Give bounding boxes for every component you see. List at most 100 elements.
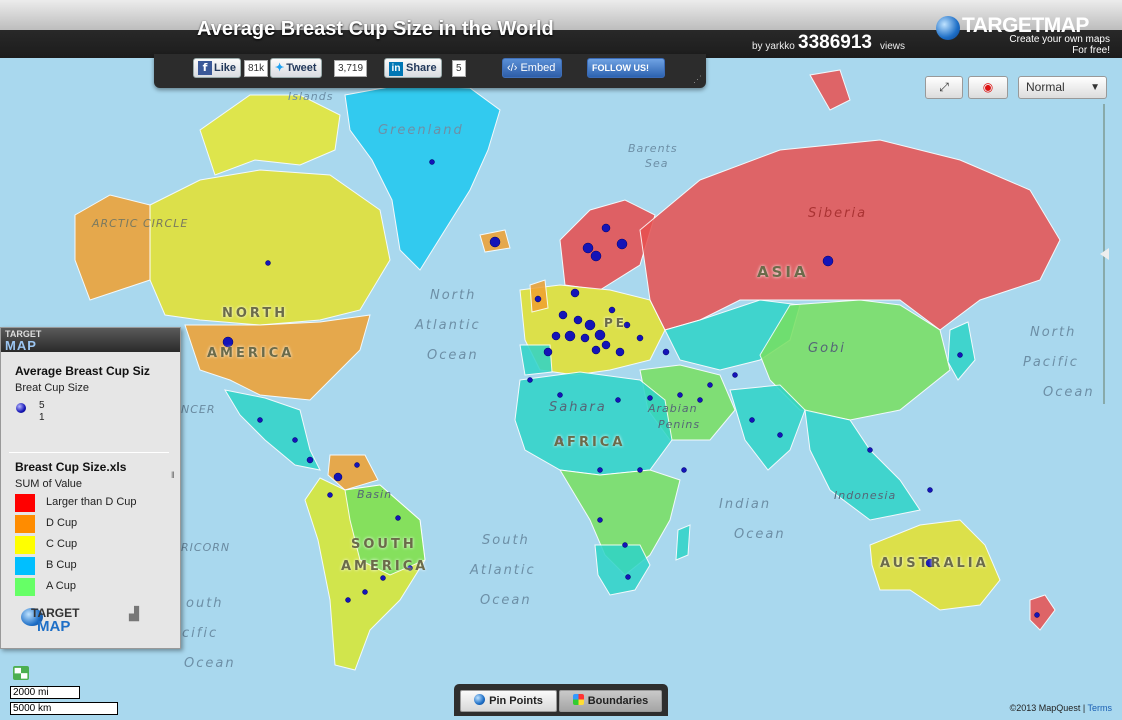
region-chukotka [809, 69, 851, 111]
tweet-button[interactable]: ✦ Tweet [270, 58, 322, 78]
pin [543, 347, 553, 357]
logo-tagline-2: For free! [1072, 45, 1110, 56]
social-bar: f Like 81k ✦ Tweet 3,719 in Share 5 ‹/› Emb… [154, 54, 706, 88]
tab-pin-points[interactable]: Pin Points [460, 690, 557, 712]
tab-boundaries-label: Boundaries [587, 695, 649, 707]
pin [597, 467, 603, 473]
legend-divider [9, 452, 169, 453]
label-tropic-cancer: NCER [181, 403, 216, 416]
region-canada [149, 169, 391, 326]
label-australia: AUSTRALIA [880, 556, 989, 571]
pin [597, 517, 603, 523]
map-style-select[interactable]: Normal ▼ [1018, 76, 1107, 99]
region-africa-south [594, 544, 651, 596]
label-north-america-2: AMERICA [207, 346, 295, 361]
legend-scroll-icon[interactable]: ‖ [171, 470, 175, 480]
label-barents: Barents [628, 142, 678, 155]
legend-header[interactable]: TARGET MAP [1, 328, 180, 353]
tweet-label: Tweet [286, 62, 317, 74]
swatch-b-cup [15, 557, 35, 575]
share-label: Share [406, 62, 437, 74]
pin-size-icon [16, 403, 26, 413]
pin [616, 238, 628, 250]
pin [732, 372, 738, 378]
pin [257, 417, 263, 423]
pin [1034, 612, 1040, 618]
like-count: 81k [244, 60, 269, 77]
region-madagascar [675, 524, 691, 561]
legend-title: Average Breast Cup Siz [15, 364, 150, 378]
view-tabs: Pin Points Boundaries [454, 684, 668, 716]
pin-max: 5 [39, 400, 45, 411]
label-north-pacific-1: North [1030, 325, 1077, 340]
legend-item-label: C Cup [46, 538, 78, 550]
region-japan [947, 321, 976, 381]
pin [534, 295, 542, 303]
tab-pin-points-label: Pin Points [489, 695, 543, 707]
twitter-icon: ✦ [275, 62, 285, 74]
pin [749, 417, 755, 423]
fullscreen-button[interactable]: ⤢ [925, 76, 963, 99]
pin [551, 331, 561, 341]
linkedin-share-button[interactable]: in Share [384, 58, 442, 78]
targetmap-logo[interactable]: TARGETMAP Create your own maps For free! [936, 14, 1116, 56]
pin [777, 432, 783, 438]
label-ocean: Ocean [427, 348, 479, 363]
region-africa-north [514, 371, 673, 476]
screenshot-button[interactable]: ◉ [968, 76, 1008, 99]
pin [489, 236, 501, 248]
pin-caption: Breat Cup Size [15, 382, 89, 394]
pin [615, 347, 625, 357]
region-scandinavia [559, 199, 656, 291]
region-se-asia [804, 409, 921, 521]
label-africa: AFRICA [554, 435, 626, 450]
fullscreen-icon: ⤢ [939, 80, 949, 94]
pin [429, 159, 435, 165]
linkedin-icon: in [389, 62, 403, 76]
follow-label: FOLLOW US! [592, 63, 649, 73]
label-asia: ASIA [757, 263, 809, 281]
zoom-slider-handle[interactable] [1100, 248, 1109, 260]
region-alaska [74, 194, 151, 301]
pin [636, 334, 644, 342]
legend-panel: TARGET MAP Average Breast Cup Siz Breat … [0, 327, 181, 649]
label-sea: Sea [645, 157, 669, 170]
label-south-atlantic-3: Ocean [480, 593, 532, 608]
swatch-larger-than-d [15, 494, 35, 512]
pin [380, 575, 386, 581]
pin [625, 574, 631, 580]
pin [591, 345, 601, 355]
pin [327, 492, 333, 498]
follow-us-button[interactable]: FOLLOW US! [587, 58, 665, 78]
terms-link[interactable]: Terms [1088, 703, 1113, 713]
scale-toggle-icon[interactable]: ▀▄ [13, 666, 29, 680]
chart-icon[interactable]: ▟ [129, 606, 139, 622]
resize-grip-icon[interactable]: ⋰ [693, 74, 702, 85]
tweet-count: 3,719 [334, 60, 368, 77]
label-south-pacific-1: outh [186, 596, 224, 611]
label-south-america-2: AMERICA [341, 559, 429, 574]
region-mexico [223, 389, 321, 471]
label-north-america-1: NORTH [222, 306, 289, 321]
legend-logo-bottom: MAP [5, 338, 37, 353]
pin [594, 329, 606, 341]
swatch-c-cup [15, 536, 35, 554]
pin [662, 348, 670, 356]
tab-boundaries[interactable]: Boundaries [559, 690, 662, 712]
pin-min: 1 [39, 412, 45, 423]
pin [697, 397, 703, 403]
views-count: 3386913 [798, 32, 872, 53]
facebook-like-button[interactable]: f Like [193, 58, 242, 78]
pin [647, 395, 653, 401]
pin [622, 542, 628, 548]
embed-button[interactable]: ‹/› Embed [502, 58, 562, 78]
pin [615, 397, 621, 403]
label-basin: Basin [357, 488, 393, 501]
pin [580, 333, 590, 343]
swatch-d-cup [15, 515, 35, 533]
pin [822, 255, 834, 267]
label-indonesia: Indonesia [834, 489, 897, 502]
legend-item-label: D Cup [46, 517, 78, 529]
label-siberia: Siberia [808, 206, 868, 221]
legend-item-label: B Cup [46, 559, 77, 571]
